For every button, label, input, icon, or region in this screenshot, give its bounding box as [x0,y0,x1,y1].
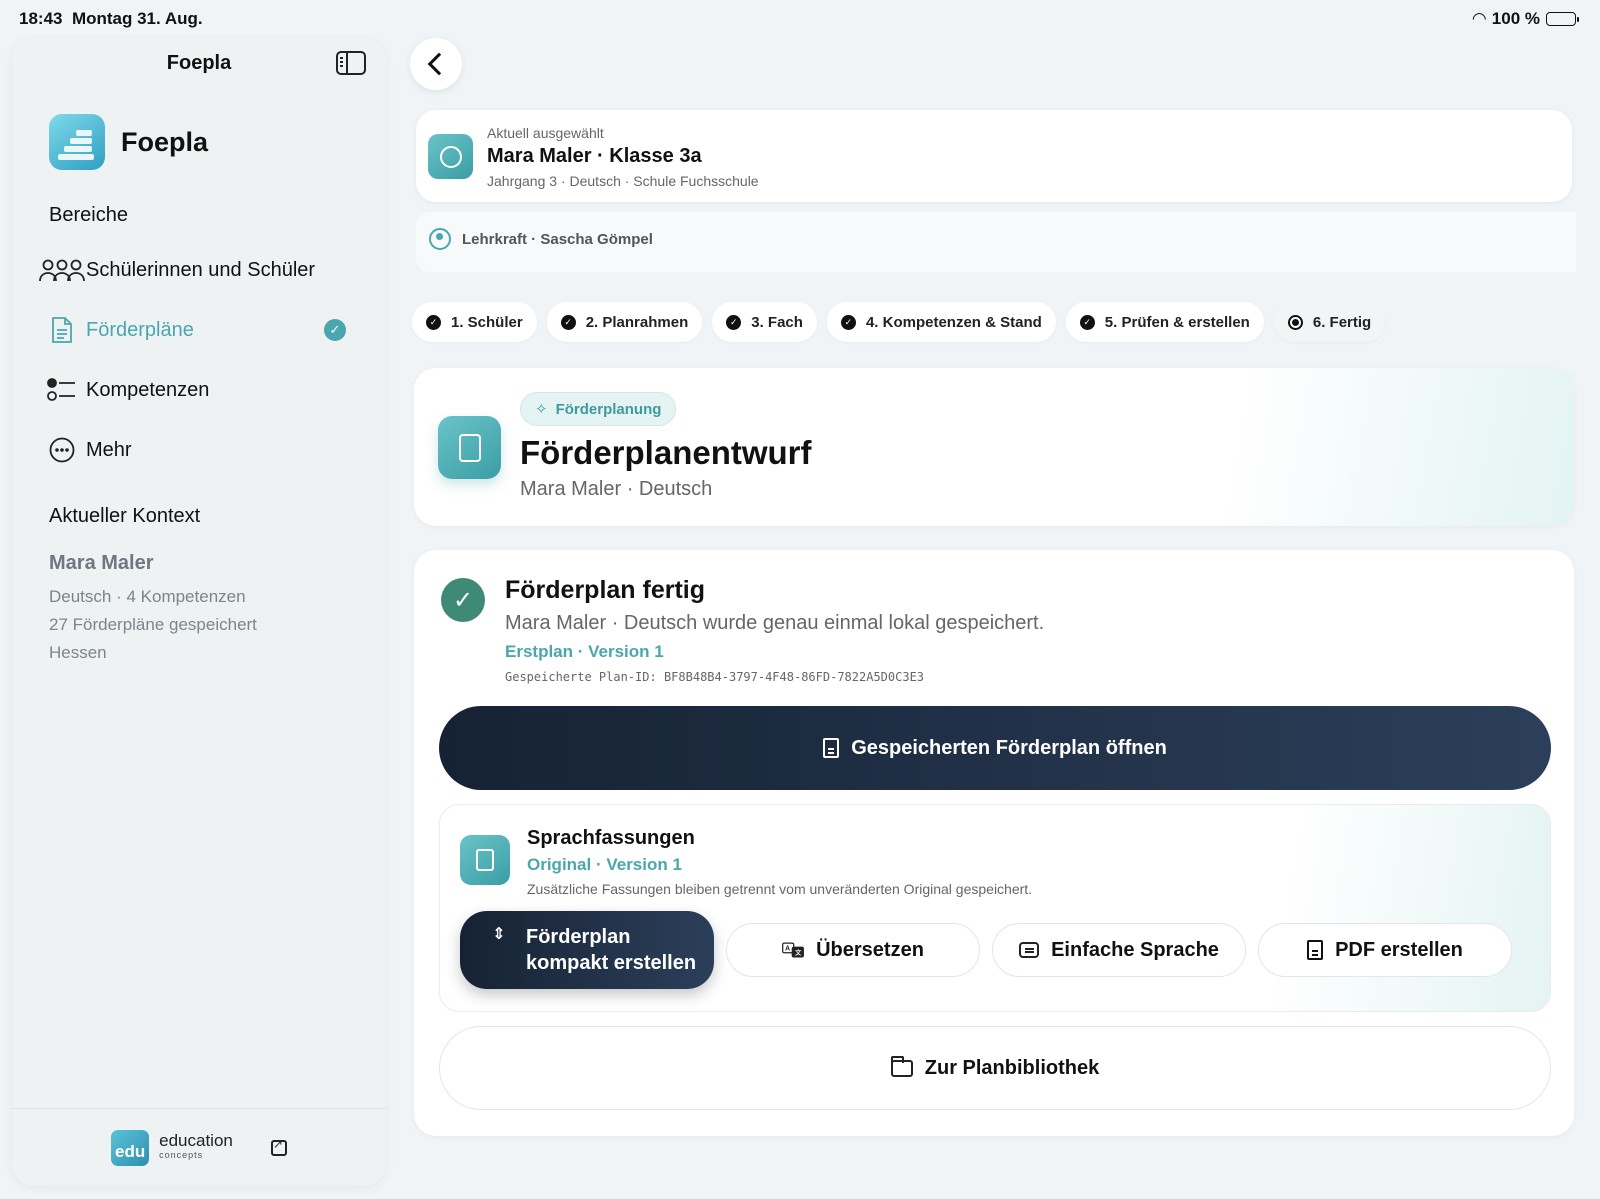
sidebar-item-students[interactable]: Schülerinnen und Schüler [38,248,366,292]
checkmark-icon: ✓ [1079,314,1095,330]
result-card: ✓ Förderplan fertig Mara Maler · Deutsch… [414,550,1574,1136]
more-icon [38,435,86,465]
language-note: Zusätzliche Fassungen bleiben getrennt v… [527,881,1033,897]
document-icon [823,738,840,758]
simple-language-button[interactable]: Einfache Sprache [992,923,1246,977]
plan-library-button[interactable]: Zur Planbibliothek [439,1026,1551,1110]
magic-wand-icon: ✧ [535,401,548,418]
sidebar-footer: edu education concepts [12,1108,386,1186]
language-versions-panel: Sprachfassungen Original · Version 1 Zus… [439,804,1551,1012]
checklist-icon [38,375,86,405]
edu-logo: edu [111,1129,150,1166]
context-panel: Mara Maler Deutsch · 4 Kompetenzen 27 Fö… [49,552,257,667]
sidebar-item-mehr[interactable]: Mehr [38,428,366,472]
battery-icon [1546,12,1579,26]
language-version: Original · Version 1 [527,855,682,874]
teacher-bar: Lehrkraft · Sascha Gömpel [416,212,1576,272]
sidebar-title: Foepla [166,52,232,74]
page-title: Förderplanentwurf [520,434,812,471]
selection-subtitle: Jahrgang 3 · Deutsch · Schule Fuchsschul… [487,173,759,189]
person-icon [429,228,451,250]
selection-label: Aktuell ausgewählt [487,125,604,141]
hero-card: ✧ Förderplanung Förderplanentwurf Mara M… [414,368,1574,526]
pdf-document-icon [1307,940,1324,960]
battery-level: 100 % [1491,9,1540,28]
context-line: Deutsch · 4 Kompetenzen [49,587,246,606]
compact-plan-button[interactable]: ⇕ Förderplan kompakt erstellen [460,911,714,989]
sidebar-item-label: Mehr [86,438,132,461]
success-check-icon: ✓ [441,578,485,622]
svg-text:文: 文 [795,949,802,957]
create-pdf-button[interactable]: PDF erstellen [1258,923,1512,977]
page-subtitle: Mara Maler · Deutsch [520,478,713,500]
checkmark-icon: ✓ [840,314,856,330]
step-5[interactable]: ✓ 5. Prüfen & erstellen [1065,302,1264,342]
translate-button[interactable]: A文 Übersetzen [726,923,980,977]
section-heading-context: Aktueller Kontext [49,505,201,527]
section-heading-bereiche: Bereiche [49,204,128,226]
back-button[interactable] [410,38,462,90]
external-link-icon[interactable] [270,1137,287,1156]
status-bar: 18:43 Montag 31. Aug. ◠ 100 % [0,0,1600,36]
selection-title: Mara Maler · Klasse 3a [487,145,702,167]
step-6[interactable]: 6. Fertig [1273,302,1386,342]
translate-icon: A文 [782,940,805,960]
radio-selected-icon [1287,314,1303,330]
checkmark-icon: ✓ [426,314,441,330]
status-time: 18:43 Montag 31. Aug. [19,9,203,28]
context-student-name: Mara Maler [49,552,154,574]
svg-text:A: A [785,946,790,953]
step-3[interactable]: ✓ 3. Fach [712,302,817,342]
checkmark-icon: ✓ [324,319,346,341]
context-line: Hessen [49,643,107,662]
brand-name: Foepla [121,126,209,157]
sidebar-item-label: Schülerinnen und Schüler [86,258,316,281]
step-2[interactable]: ✓ 2. Planrahmen [546,302,703,342]
wifi-icon: ◠ [1472,9,1486,28]
people-icon [38,255,86,285]
wizard-steps: ✓ 1. Schüler ✓ 2. Planrahmen ✓ 3. Fach ✓ 4. … [412,302,1386,342]
sidebar: Foepla Foepla Bereiche Schülerinnen und … [12,38,386,1186]
result-version: Erstplan · Version 1 [505,642,664,661]
selection-card[interactable]: Aktuell ausgewählt Mara Maler · Klasse 3… [416,110,1572,202]
brand: Foepla [49,114,208,170]
sidebar-item-foerderplaene[interactable]: Förderpläne ✓ [38,308,366,352]
teacher-label: Lehrkraft · Sascha Gömpel [462,231,653,248]
language-document-icon [460,835,510,885]
sidebar-item-kompetenzen[interactable]: Kompetenzen [38,368,366,412]
language-actions: ⇕ Förderplan kompakt erstellen A文 Überset… [460,911,1512,989]
category-chip: ✧ Förderplanung [520,392,677,426]
sidebar-toggle-icon[interactable] [336,51,366,75]
sidebar-item-label: Förderpläne [86,318,194,341]
status-right: ◠ 100 % [1472,9,1579,29]
speech-bubble-icon [1019,942,1040,958]
step-1[interactable]: ✓ 1. Schüler [412,302,537,342]
document-icon [38,315,86,345]
checkmark-icon: ✓ [560,314,576,330]
plan-id: Gespeicherte Plan-ID: BF8B48B4-3797-4F48… [505,670,925,684]
context-line: 27 Förderpläne gespeichert [49,615,257,634]
folder-icon [890,1055,913,1077]
language-title: Sprachfassungen [527,827,695,849]
open-saved-plan-button[interactable]: Gespeicherten Förderplan öffnen [439,706,1551,790]
checkmark-icon: ✓ [726,314,742,330]
step-4[interactable]: ✓ 4. Kompetenzen & Stand [826,302,1056,342]
compress-icon: ⇕ [492,926,506,943]
app-logo-icon [49,114,105,170]
sidebar-item-label: Kompetenzen [86,378,210,401]
result-title: Förderplan fertig [505,576,706,604]
student-icon [428,134,473,179]
result-description: Mara Maler · Deutsch wurde genau einmal … [505,612,1045,634]
plan-document-icon [438,416,501,479]
edu-brand: education concepts [159,1130,233,1160]
